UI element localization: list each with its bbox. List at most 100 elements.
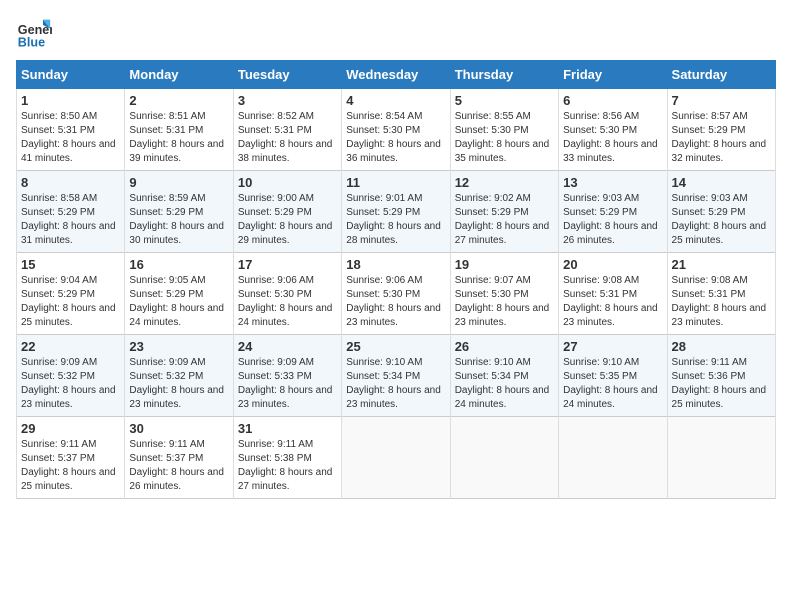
col-sunday: Sunday [17,61,125,89]
cell-info: Sunrise: 8:51 AM Sunset: 5:31 PM Dayligh… [129,111,224,164]
calendar-row: 22 Sunrise: 9:09 AM Sunset: 5:32 PM Dayl… [17,335,776,417]
day-number: 30 [129,421,228,436]
day-number: 31 [238,421,337,436]
day-number: 12 [455,175,554,190]
day-number: 16 [129,257,228,272]
header-row: Sunday Monday Tuesday Wednesday Thursday… [17,61,776,89]
empty-cell [450,417,558,499]
day-cell: 4 Sunrise: 8:54 AM Sunset: 5:30 PM Dayli… [342,89,450,171]
day-number: 29 [21,421,120,436]
svg-text:Blue: Blue [18,36,45,50]
day-number: 2 [129,93,228,108]
cell-info: Sunrise: 9:02 AM Sunset: 5:29 PM Dayligh… [455,193,550,246]
cell-info: Sunrise: 9:08 AM Sunset: 5:31 PM Dayligh… [672,275,767,328]
calendar-row: 1 Sunrise: 8:50 AM Sunset: 5:31 PM Dayli… [17,89,776,171]
cell-info: Sunrise: 9:05 AM Sunset: 5:29 PM Dayligh… [129,275,224,328]
logo: General Blue [16,16,52,52]
day-cell: 11 Sunrise: 9:01 AM Sunset: 5:29 PM Dayl… [342,171,450,253]
cell-info: Sunrise: 9:01 AM Sunset: 5:29 PM Dayligh… [346,193,441,246]
day-number: 25 [346,339,445,354]
day-cell: 31 Sunrise: 9:11 AM Sunset: 5:38 PM Dayl… [233,417,341,499]
day-number: 27 [563,339,662,354]
col-tuesday: Tuesday [233,61,341,89]
cell-info: Sunrise: 9:08 AM Sunset: 5:31 PM Dayligh… [563,275,658,328]
day-number: 17 [238,257,337,272]
day-cell: 29 Sunrise: 9:11 AM Sunset: 5:37 PM Dayl… [17,417,125,499]
day-cell: 2 Sunrise: 8:51 AM Sunset: 5:31 PM Dayli… [125,89,233,171]
day-number: 22 [21,339,120,354]
day-number: 4 [346,93,445,108]
day-number: 7 [672,93,771,108]
day-number: 26 [455,339,554,354]
col-friday: Friday [559,61,667,89]
cell-info: Sunrise: 9:09 AM Sunset: 5:32 PM Dayligh… [129,357,224,410]
day-cell: 14 Sunrise: 9:03 AM Sunset: 5:29 PM Dayl… [667,171,775,253]
cell-info: Sunrise: 8:54 AM Sunset: 5:30 PM Dayligh… [346,111,441,164]
day-cell: 19 Sunrise: 9:07 AM Sunset: 5:30 PM Dayl… [450,253,558,335]
cell-info: Sunrise: 9:11 AM Sunset: 5:37 PM Dayligh… [21,439,116,492]
cell-info: Sunrise: 9:04 AM Sunset: 5:29 PM Dayligh… [21,275,116,328]
page-header: General Blue [16,16,776,52]
day-cell: 18 Sunrise: 9:06 AM Sunset: 5:30 PM Dayl… [342,253,450,335]
day-number: 1 [21,93,120,108]
cell-info: Sunrise: 8:58 AM Sunset: 5:29 PM Dayligh… [21,193,116,246]
day-number: 28 [672,339,771,354]
cell-info: Sunrise: 9:07 AM Sunset: 5:30 PM Dayligh… [455,275,550,328]
empty-cell [667,417,775,499]
calendar-row: 8 Sunrise: 8:58 AM Sunset: 5:29 PM Dayli… [17,171,776,253]
calendar-row: 29 Sunrise: 9:11 AM Sunset: 5:37 PM Dayl… [17,417,776,499]
day-cell: 6 Sunrise: 8:56 AM Sunset: 5:30 PM Dayli… [559,89,667,171]
col-wednesday: Wednesday [342,61,450,89]
cell-info: Sunrise: 9:06 AM Sunset: 5:30 PM Dayligh… [346,275,441,328]
logo-icon: General Blue [16,16,52,52]
day-number: 5 [455,93,554,108]
day-cell: 23 Sunrise: 9:09 AM Sunset: 5:32 PM Dayl… [125,335,233,417]
day-cell: 17 Sunrise: 9:06 AM Sunset: 5:30 PM Dayl… [233,253,341,335]
day-number: 3 [238,93,337,108]
cell-info: Sunrise: 9:03 AM Sunset: 5:29 PM Dayligh… [672,193,767,246]
cell-info: Sunrise: 9:11 AM Sunset: 5:37 PM Dayligh… [129,439,224,492]
day-cell: 25 Sunrise: 9:10 AM Sunset: 5:34 PM Dayl… [342,335,450,417]
cell-info: Sunrise: 9:10 AM Sunset: 5:34 PM Dayligh… [455,357,550,410]
day-number: 10 [238,175,337,190]
day-cell: 27 Sunrise: 9:10 AM Sunset: 5:35 PM Dayl… [559,335,667,417]
day-number: 13 [563,175,662,190]
calendar-table: Sunday Monday Tuesday Wednesday Thursday… [16,60,776,499]
day-cell: 12 Sunrise: 9:02 AM Sunset: 5:29 PM Dayl… [450,171,558,253]
day-cell: 5 Sunrise: 8:55 AM Sunset: 5:30 PM Dayli… [450,89,558,171]
day-number: 9 [129,175,228,190]
cell-info: Sunrise: 9:10 AM Sunset: 5:34 PM Dayligh… [346,357,441,410]
cell-info: Sunrise: 8:56 AM Sunset: 5:30 PM Dayligh… [563,111,658,164]
day-cell: 10 Sunrise: 9:00 AM Sunset: 5:29 PM Dayl… [233,171,341,253]
cell-info: Sunrise: 8:59 AM Sunset: 5:29 PM Dayligh… [129,193,224,246]
calendar-row: 15 Sunrise: 9:04 AM Sunset: 5:29 PM Dayl… [17,253,776,335]
day-number: 20 [563,257,662,272]
cell-info: Sunrise: 9:11 AM Sunset: 5:36 PM Dayligh… [672,357,767,410]
day-cell: 13 Sunrise: 9:03 AM Sunset: 5:29 PM Dayl… [559,171,667,253]
day-cell: 8 Sunrise: 8:58 AM Sunset: 5:29 PM Dayli… [17,171,125,253]
day-number: 23 [129,339,228,354]
day-cell: 7 Sunrise: 8:57 AM Sunset: 5:29 PM Dayli… [667,89,775,171]
col-saturday: Saturday [667,61,775,89]
day-cell: 1 Sunrise: 8:50 AM Sunset: 5:31 PM Dayli… [17,89,125,171]
day-number: 24 [238,339,337,354]
day-number: 15 [21,257,120,272]
day-cell: 9 Sunrise: 8:59 AM Sunset: 5:29 PM Dayli… [125,171,233,253]
cell-info: Sunrise: 9:09 AM Sunset: 5:33 PM Dayligh… [238,357,333,410]
cell-info: Sunrise: 9:00 AM Sunset: 5:29 PM Dayligh… [238,193,333,246]
col-thursday: Thursday [450,61,558,89]
cell-info: Sunrise: 9:10 AM Sunset: 5:35 PM Dayligh… [563,357,658,410]
day-number: 14 [672,175,771,190]
day-number: 11 [346,175,445,190]
day-cell: 24 Sunrise: 9:09 AM Sunset: 5:33 PM Dayl… [233,335,341,417]
empty-cell [342,417,450,499]
cell-info: Sunrise: 8:52 AM Sunset: 5:31 PM Dayligh… [238,111,333,164]
day-cell: 15 Sunrise: 9:04 AM Sunset: 5:29 PM Dayl… [17,253,125,335]
day-number: 8 [21,175,120,190]
day-number: 21 [672,257,771,272]
cell-info: Sunrise: 8:55 AM Sunset: 5:30 PM Dayligh… [455,111,550,164]
day-number: 6 [563,93,662,108]
cell-info: Sunrise: 8:57 AM Sunset: 5:29 PM Dayligh… [672,111,767,164]
col-monday: Monday [125,61,233,89]
day-cell: 16 Sunrise: 9:05 AM Sunset: 5:29 PM Dayl… [125,253,233,335]
